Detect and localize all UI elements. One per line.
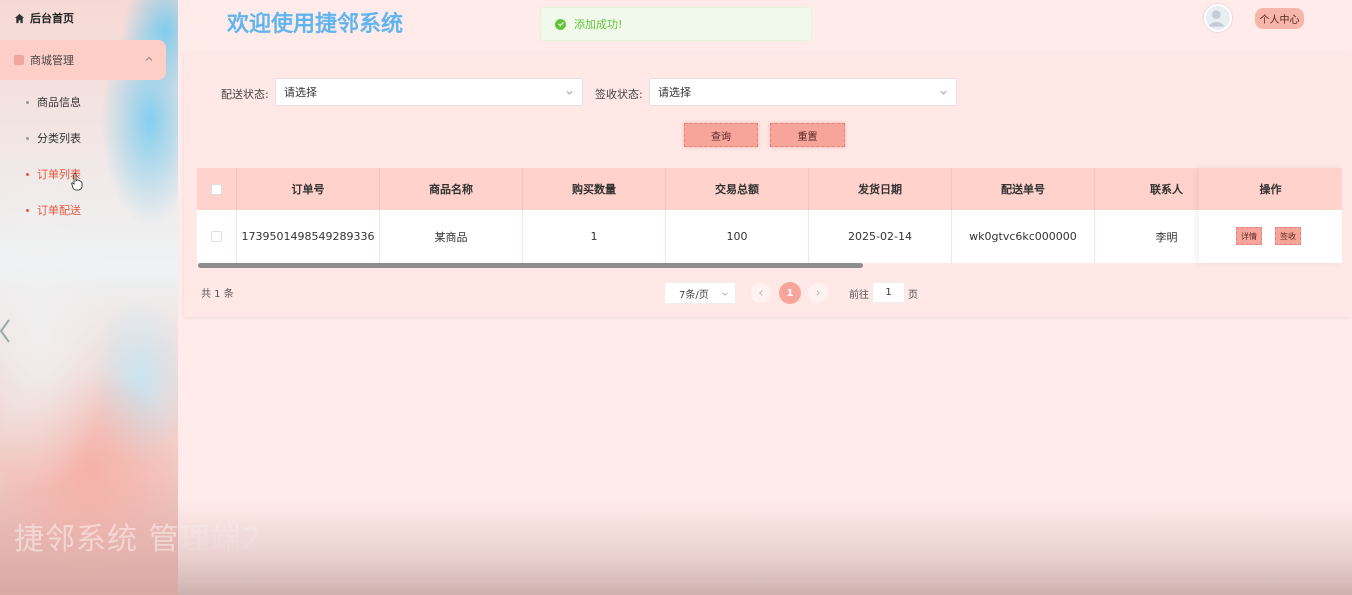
sidebar-item-categories[interactable]: 分类列表 [26,130,81,146]
operation-column: 操作 详情 签收 [1199,168,1342,263]
user-icon [1207,10,1225,27]
page-size-value: 7条/页 [679,289,709,301]
column-header[interactable]: 发货日期 [809,168,952,210]
total-cell: 100 [666,210,809,263]
bullet-icon [26,208,29,212]
sidebar-item-home[interactable]: 后台首页 [14,10,74,26]
goto-page-input[interactable] [872,282,905,303]
chevron-up-icon [145,56,153,61]
sidebar-item-delivery[interactable]: 订单配送 [26,202,81,218]
chevron-down-icon [566,90,573,95]
next-page-button[interactable] [808,283,828,303]
detail-button[interactable]: 详情 [1236,227,1262,245]
chevron-down-icon [722,292,728,296]
reset-button[interactable]: 重置 [770,123,845,147]
delivery-status-select[interactable]: 请选择 [275,78,583,106]
sidebar-item-label: 商品信息 [37,96,81,109]
column-header[interactable]: 订单号 [237,168,380,210]
column-header[interactable]: 商品名称 [380,168,523,210]
page-title: 欢迎使用捷邻系统 [227,12,404,37]
sidebar-group-mall[interactable]: 商城管理 [0,40,166,80]
home-icon [14,13,25,23]
chevron-left-icon [759,290,763,296]
chevron-left-icon[interactable] [0,318,12,344]
orders-table: 订单号 商品名称 购买数量 交易总额 发货日期 配送单号 联系人 1739501… [197,168,1342,263]
receipt-status-select[interactable]: 请选择 [649,78,957,106]
operation-cell: 详情 签收 [1199,210,1342,263]
sign-button[interactable]: 签收 [1275,227,1301,245]
bullet-icon [26,100,29,104]
bullet-icon [26,136,29,140]
total-count: 共 1 条 [201,289,234,300]
menu-icon [14,55,24,65]
ship-date-cell: 2025-02-14 [809,210,952,263]
select-all-checkbox[interactable] [211,183,222,195]
chevron-down-icon [940,90,947,95]
success-toast: 添加成功! [540,7,812,41]
column-header[interactable]: 配送单号 [952,168,1095,210]
column-header[interactable]: 购买数量 [523,168,666,210]
row-checkbox[interactable] [211,231,222,242]
column-header[interactable]: 交易总额 [666,168,809,210]
sidebar-item-label: 订单配送 [37,204,81,217]
table-row: 1739501498549289336 某商品 1 100 2025-02-14… [197,210,1342,263]
row-select-cell [197,210,237,263]
sidebar-item-products[interactable]: 商品信息 [26,94,81,110]
chevron-right-icon [816,290,820,296]
table-header: 订单号 商品名称 购买数量 交易总额 发货日期 配送单号 联系人 [197,168,1342,210]
hand-cursor-icon [71,173,83,191]
toast-message: 添加成功! [574,18,623,31]
avatar[interactable] [1204,4,1232,32]
select-all-cell [197,168,237,210]
delivery-status-label: 配送状态: [221,88,269,101]
profile-button[interactable]: 个人中心 [1255,8,1304,29]
prev-page-button[interactable] [751,283,771,303]
column-header: 操作 [1199,168,1342,210]
page-size-select[interactable]: 7条/页 [664,282,736,304]
sidebar-item-label: 分类列表 [37,132,81,145]
bullet-icon [26,172,29,176]
page-suffix-label: 页 [908,290,918,301]
delivery-no-cell: wk0gtvc6kc000000 [952,210,1095,263]
product-cell: 某商品 [380,210,523,263]
sidebar: 后台首页 商城管理 商品信息 分类列表 订单列表 订单配送 [0,0,178,595]
order-no-cell: 1739501498549289336 [237,210,380,263]
select-value: 请选择 [658,86,691,99]
check-circle-icon [555,18,566,30]
quantity-cell: 1 [523,210,666,263]
search-button[interactable]: 查询 [684,123,758,147]
sidebar-item-label: 后台首页 [30,12,74,25]
background-fade [178,500,1352,595]
sidebar-group-label: 商城管理 [30,54,74,67]
page-number-button[interactable]: 1 [779,282,801,304]
receipt-status-label: 签收状态: [595,88,643,101]
goto-label: 前往 [849,290,869,301]
scrollbar-thumb[interactable] [198,263,863,268]
select-value: 请选择 [284,86,317,99]
